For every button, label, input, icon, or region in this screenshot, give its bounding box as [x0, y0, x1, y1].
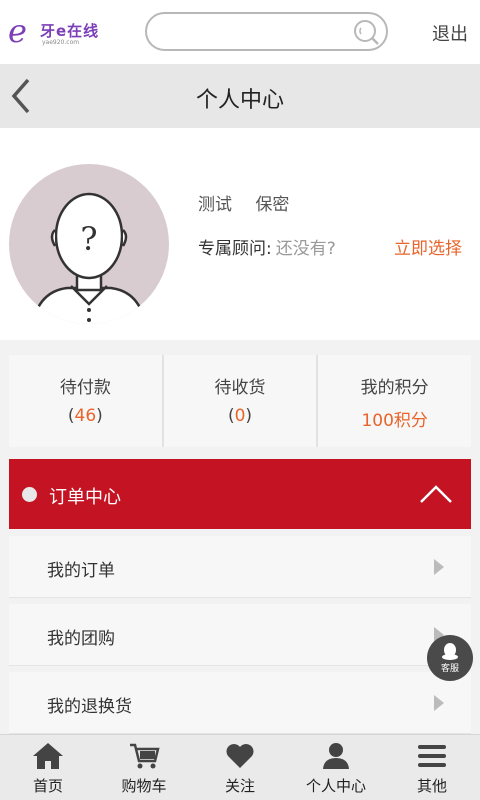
bullet-icon: [22, 487, 37, 502]
nav-follow[interactable]: 关注: [192, 735, 288, 800]
stat-value: (46): [67, 406, 103, 426]
nav-home[interactable]: 首页: [0, 735, 96, 800]
top-bar: e 牙e在线 yae920.com 退出: [0, 0, 480, 64]
search-input[interactable]: [161, 20, 351, 44]
user-name: 测试: [198, 195, 232, 215]
stat-label: 待付款: [59, 378, 111, 398]
stat-label: 待收货: [214, 378, 266, 398]
page-title: 个人中心: [195, 88, 284, 113]
chevron-up-icon[interactable]: [419, 483, 453, 505]
logo[interactable]: e 牙e在线 yae920.com: [8, 14, 112, 50]
menu-icon: [418, 745, 446, 767]
menu-item-label: 我的团购: [47, 629, 115, 649]
logo-text: 牙e在线: [40, 22, 100, 40]
user-info: 测试 保密: [198, 190, 307, 215]
stat-pending-payment[interactable]: 待付款 (46): [9, 355, 164, 447]
user-icon: [323, 743, 349, 769]
home-icon: [33, 743, 63, 769]
stat-value: 100积分: [318, 406, 471, 431]
menu-item-label: 我的退换货: [47, 697, 132, 717]
menu-item-returns[interactable]: 我的退换货: [9, 672, 471, 734]
stat-pending-receipt[interactable]: 待收货 (0): [163, 355, 319, 447]
cart-icon: [130, 743, 160, 769]
order-center-header[interactable]: 订单中心: [9, 459, 471, 529]
profile-card: ? 测试 保密 专属顾问: 还没有? 立即选择: [0, 128, 480, 340]
nav-label: 关注: [224, 777, 255, 795]
menu-item-label: 我的订单: [47, 561, 115, 581]
nav-label: 购物车: [121, 777, 167, 795]
nav-label: 其他: [416, 777, 447, 795]
choose-advisor-link[interactable]: 立即选择: [394, 234, 462, 259]
order-center-title: 订单中心: [49, 487, 121, 508]
chevron-right-icon: [434, 695, 444, 711]
user-privacy: 保密: [255, 195, 290, 215]
search-icon[interactable]: [352, 18, 380, 46]
menu-item-group-buy[interactable]: 我的团购: [9, 604, 471, 666]
advisor-label: 专属顾问:: [198, 239, 272, 259]
bottom-nav: 首页 购物车 关注 个人中心 其他: [0, 734, 480, 800]
svg-text:?: ?: [80, 220, 97, 258]
order-stats: 待付款 (46) 待收货 (0) 我的积分 100积分: [9, 355, 472, 447]
nav-cart[interactable]: 购物车: [96, 735, 192, 800]
nav-label: 首页: [32, 777, 63, 795]
menu-item-my-orders[interactable]: 我的订单: [9, 536, 471, 598]
logo-mark: e: [8, 12, 27, 50]
stat-my-points[interactable]: 我的积分 100积分: [318, 355, 472, 447]
default-avatar-icon: ?: [31, 192, 147, 324]
logo-subtext: yae920.com: [42, 39, 80, 46]
stat-number: 0: [234, 406, 246, 426]
search-box[interactable]: [145, 12, 388, 51]
logout-button[interactable]: 退出: [432, 20, 468, 46]
customer-service-button[interactable]: 客服: [427, 635, 473, 681]
chat-penguin-icon: [442, 643, 458, 660]
advisor-value: 还没有?: [275, 239, 336, 259]
nav-label: 个人中心: [305, 777, 366, 795]
chevron-right-icon: [434, 559, 444, 575]
stat-label: 我的积分: [360, 378, 429, 398]
customer-service-label: 客服: [440, 664, 459, 674]
stat-number: 46: [74, 406, 97, 426]
nav-profile[interactable]: 个人中心: [288, 735, 384, 800]
advisor-row: 专属顾问: 还没有? 立即选择: [198, 234, 468, 259]
avatar[interactable]: ?: [9, 164, 169, 324]
nav-other[interactable]: 其他: [384, 735, 480, 800]
stat-value: (0): [227, 406, 253, 426]
page: e 牙e在线 yae920.com 退出 个人中心 ? 测试 保密 专属顾问: …: [0, 0, 480, 800]
heart-icon: [226, 744, 254, 768]
title-bar: 个人中心: [0, 64, 480, 128]
stat-number: 100积分: [361, 411, 428, 431]
